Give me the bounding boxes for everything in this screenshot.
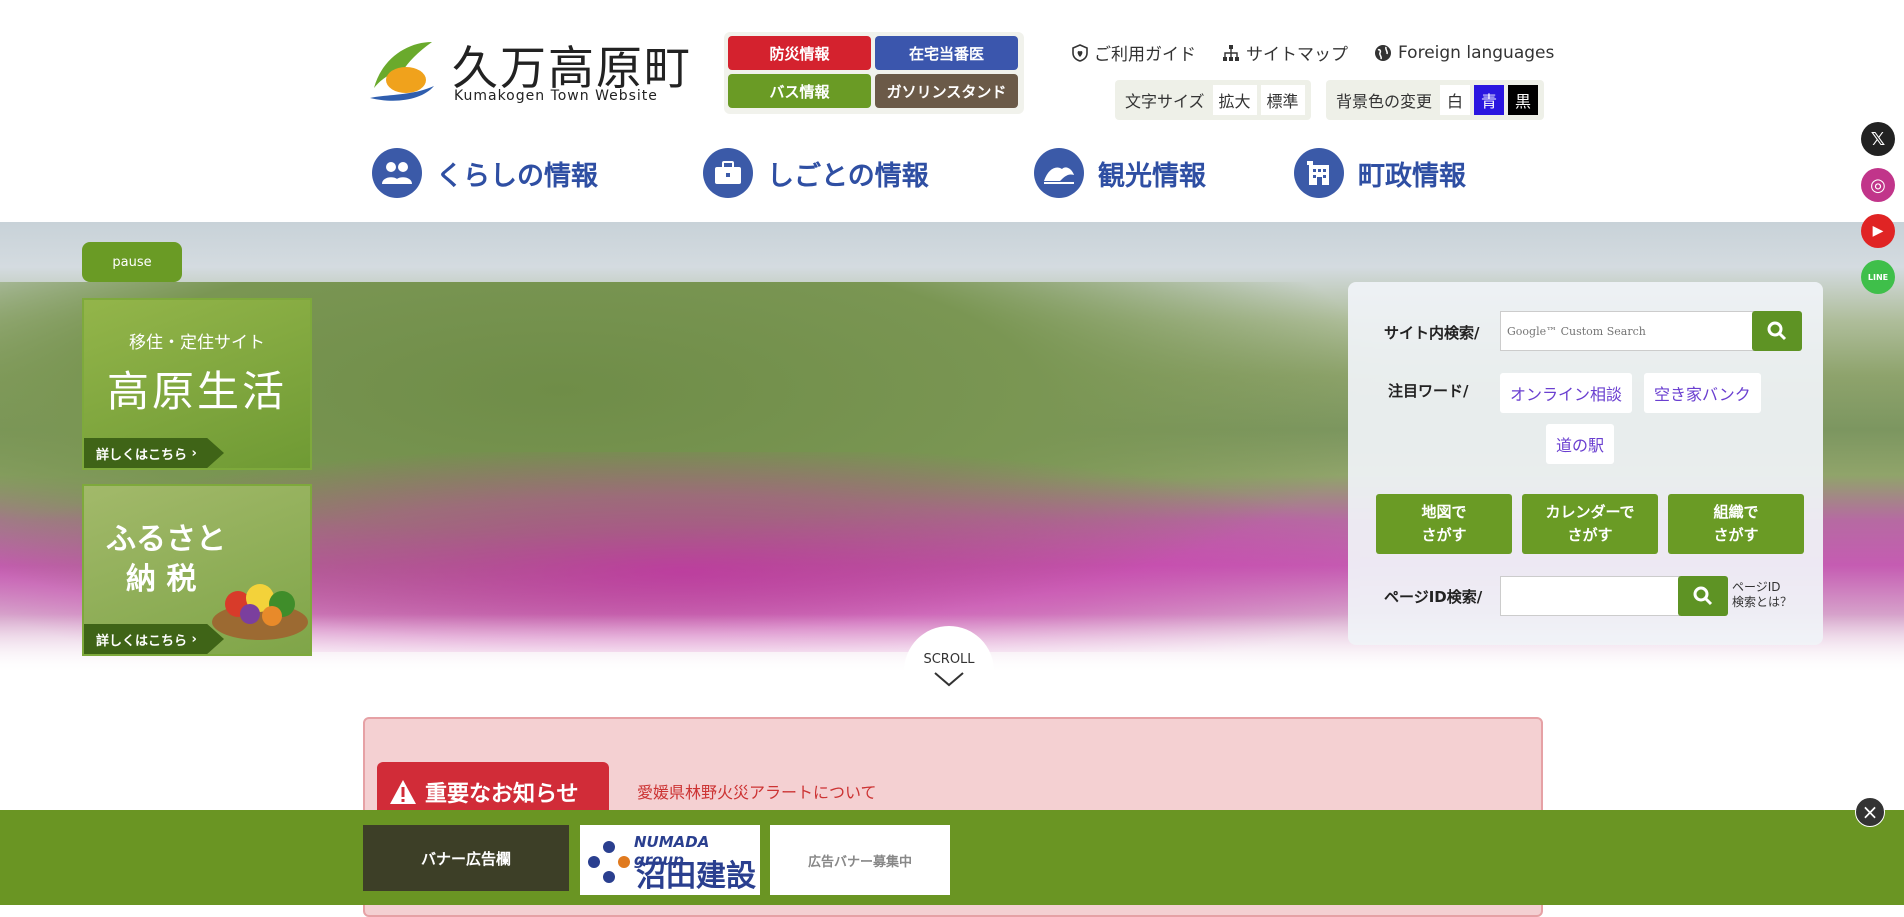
page-id-search-button[interactable] — [1678, 576, 1728, 616]
quick-links-panel: 防災情報 在宅当番医 バス情報 ガソリンスタンド — [724, 32, 1024, 114]
bg-color-control: 背景色の変更 白 青 黒 — [1326, 80, 1545, 120]
building-icon — [1294, 148, 1344, 198]
font-size-label: 文字サイズ — [1125, 92, 1205, 111]
search-icon — [1767, 321, 1787, 341]
banner-ad-wanted[interactable]: 広告バナー募集中 — [770, 825, 950, 895]
logo-mark-icon — [370, 42, 434, 101]
search-panel: サイト内検索/ 注目ワード/ オンライン相談 空き家バンク 道の駅 地図でさがす… — [1348, 282, 1823, 645]
x-icon[interactable]: 𝕏 — [1861, 122, 1895, 156]
guide-link-label: ご利用ガイド — [1094, 45, 1196, 65]
site-header: 久万高原町 Kumakogen Town Website 防災情報 在宅当番医 … — [0, 0, 1904, 222]
promo-furusato-line1: ふるさと — [106, 522, 226, 557]
warning-icon — [390, 780, 416, 804]
tag-online-consult[interactable]: オンライン相談 — [1500, 373, 1633, 413]
banner-ad-bar: バナー広告欄 NUMADA group 沼田建設 広告バナー募集中 — [0, 810, 1904, 905]
promo-furusato-more-link: 詳しくはこちら › — [84, 624, 224, 654]
nav-work-label: しごとの情報 — [767, 160, 929, 192]
search-by-org-line1: 組織で — [1713, 503, 1759, 521]
globe-icon — [1375, 44, 1391, 61]
notice-forest-fire-link[interactable]: 愛媛県林野火災アラートについて — [637, 779, 877, 803]
bg-color-label: 背景色の変更 — [1336, 92, 1433, 111]
promo-furusato-line2: 納 税 — [126, 562, 197, 597]
bus-info-button[interactable]: バス情報 — [728, 74, 871, 108]
font-standard-button[interactable]: 標準 — [1260, 85, 1305, 115]
scroll-down-button[interactable]: SCROLL — [904, 626, 994, 716]
logo-subtitle: Kumakogen Town Website — [454, 88, 658, 104]
sitemap-link[interactable]: サイトマップ — [1222, 40, 1348, 65]
page-id-label: ページID検索/ — [1384, 588, 1483, 606]
search-by-calendar-line1: カレンダーで — [1545, 503, 1635, 521]
instagram-icon[interactable]: ◎ — [1861, 168, 1895, 202]
nav-tourism[interactable]: 観光情報 — [1034, 148, 1206, 198]
promo-kogen-title: 高原生活 — [106, 367, 287, 416]
sitemap-link-label: サイトマップ — [1246, 45, 1348, 65]
nav-government-label: 町政情報 — [1358, 160, 1466, 192]
nav-government[interactable]: 町政情報 — [1294, 148, 1466, 198]
bg-white-button[interactable]: 白 — [1440, 85, 1471, 115]
promo-kogen-life[interactable]: 移住・定住サイト 高原生活 詳しくはこちら › — [82, 298, 312, 470]
search-by-map-line2: さがす — [1421, 526, 1467, 544]
numada-logo-icon — [588, 841, 630, 883]
guide-link[interactable]: ご利用ガイド — [1072, 40, 1196, 65]
bg-blue-button[interactable]: 青 — [1474, 85, 1505, 115]
nav-work[interactable]: しごとの情報 — [703, 148, 929, 198]
home-doctor-button[interactable]: 在宅当番医 — [875, 36, 1018, 70]
site-search-input[interactable] — [1500, 311, 1756, 351]
line-icon[interactable]: LINE — [1861, 260, 1895, 294]
page-id-help-line2: 検索とは？ — [1732, 595, 1793, 609]
site-search-button[interactable] — [1752, 311, 1802, 351]
landscape-icon — [1034, 148, 1084, 198]
chevron-down-icon — [934, 672, 964, 687]
bg-black-button[interactable]: 黒 — [1508, 85, 1539, 115]
youtube-icon[interactable]: ▶ — [1861, 214, 1895, 248]
font-size-control: 文字サイズ 拡大 標準 — [1115, 80, 1311, 120]
nav-tourism-label: 観光情報 — [1098, 160, 1206, 192]
scroll-label: SCROLL — [923, 652, 975, 667]
font-enlarge-button[interactable]: 拡大 — [1212, 85, 1257, 115]
search-icon — [1693, 586, 1713, 606]
search-by-map-line1: 地図で — [1421, 503, 1467, 521]
important-notice-title: 重要なお知らせ — [425, 782, 579, 807]
page-id-help-line1: ページID — [1732, 580, 1781, 594]
tag-vacant-house-bank[interactable]: 空き家バンク — [1644, 373, 1761, 413]
foreign-languages-label: Foreign languages — [1398, 42, 1555, 63]
people-icon — [372, 148, 422, 198]
search-by-map-button[interactable]: 地図で さがす — [1376, 494, 1512, 554]
page-id-input[interactable] — [1500, 576, 1680, 616]
disaster-info-button[interactable]: 防災情報 — [728, 36, 871, 70]
site-logo[interactable]: 久万高原町 Kumakogen Town Website — [368, 32, 690, 110]
foreign-languages-link[interactable]: Foreign languages — [1374, 40, 1554, 65]
shield-heart-icon — [1072, 43, 1088, 62]
banner-close-button[interactable]: × — [1855, 797, 1885, 827]
site-search-label: サイト内検索/ — [1384, 324, 1480, 342]
search-by-organization-button[interactable]: 組織で さがす — [1668, 494, 1804, 554]
promo-furusato-tax[interactable]: ふるさと 納 税 詳しくはこちら › — [82, 484, 312, 656]
gas-station-button[interactable]: ガソリンスタンド — [875, 74, 1018, 108]
nav-living-label: くらしの情報 — [436, 160, 598, 192]
page-id-help-link[interactable]: ページID 検索とは？ — [1732, 580, 1792, 610]
promo-kogen-small-title: 移住・定住サイト — [129, 333, 265, 353]
promo-kogen-more-label: 詳しくはこちら — [96, 447, 188, 463]
promo-kogen-more-link: 詳しくはこちら › — [84, 438, 224, 468]
numada-name-text: 沼田建設 — [636, 859, 756, 894]
search-by-calendar-button[interactable]: カレンダーで さがす — [1522, 494, 1658, 554]
sitemap-icon — [1223, 44, 1239, 61]
vegetable-basket-icon — [212, 584, 308, 640]
utility-nav: ご利用ガイド サイトマップ Foreign languages — [1072, 40, 1554, 65]
nav-living[interactable]: くらしの情報 — [372, 148, 598, 198]
promo-furusato-more-label: 詳しくはこちら — [96, 633, 188, 649]
featured-words-label: 注目ワード/ — [1388, 382, 1469, 400]
briefcase-icon — [703, 148, 753, 198]
banner-ad-label: バナー広告欄 — [363, 825, 569, 891]
tag-roadside-station[interactable]: 道の駅 — [1546, 424, 1615, 464]
banner-numada[interactable]: NUMADA group 沼田建設 — [580, 825, 760, 895]
search-by-org-line2: さがす — [1713, 526, 1759, 544]
slideshow-pause-button[interactable]: pause — [82, 242, 182, 282]
search-by-calendar-line2: さがす — [1567, 526, 1613, 544]
